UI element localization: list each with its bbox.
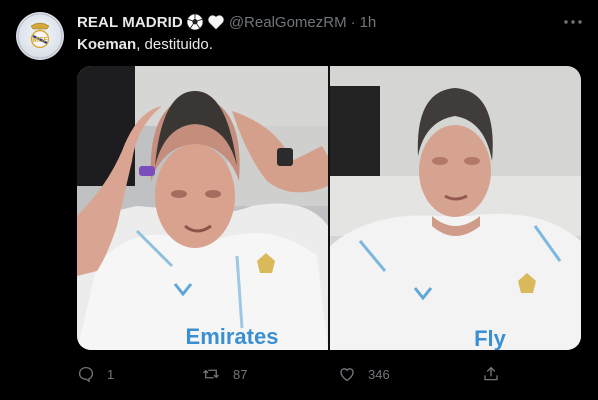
real-madrid-crest-icon: MCF [17,13,63,59]
tweet-actions: 1 87 346 [77,362,517,386]
white-heart-icon [207,13,225,31]
shirt-text-right: Fly [474,326,507,350]
display-name[interactable]: REAL MADRID [77,14,183,31]
more-dots-icon[interactable] [562,12,584,32]
timestamp[interactable]: 1h [360,14,377,31]
tweet-text: Koeman, destituido. [77,36,213,53]
photo-left[interactable]: Emirates [77,66,328,350]
like-icon [338,365,356,383]
reply-button[interactable]: 1 [77,362,114,386]
avatar[interactable]: MCF [16,12,64,60]
photo-right[interactable]: Fly [330,66,581,350]
retweet-button[interactable]: 87 [201,362,247,386]
tweet[interactable]: MCF REAL MADRID @RealGomezRM · 1h Koeman… [0,0,598,400]
handle[interactable]: @RealGomezRM [229,14,347,31]
svg-text:MCF: MCF [32,37,48,44]
like-count: 346 [368,366,390,382]
tweet-text-rest: , destituido. [136,36,213,53]
tweet-text-bold: Koeman [77,36,137,53]
tweet-header: REAL MADRID @RealGomezRM · 1h [77,12,376,32]
separator: · [350,13,356,31]
reply-count: 1 [107,366,115,382]
share-button[interactable] [482,362,500,386]
shirt-text-left: Emirates [186,324,279,349]
tweet-media[interactable]: Emirates Fly [77,66,581,350]
retweet-count: 87 [233,366,248,382]
soccer-ball-icon [186,13,204,31]
like-button[interactable]: 346 [338,362,390,386]
reply-icon [77,365,95,383]
retweet-icon [201,365,221,383]
share-icon [482,365,500,383]
